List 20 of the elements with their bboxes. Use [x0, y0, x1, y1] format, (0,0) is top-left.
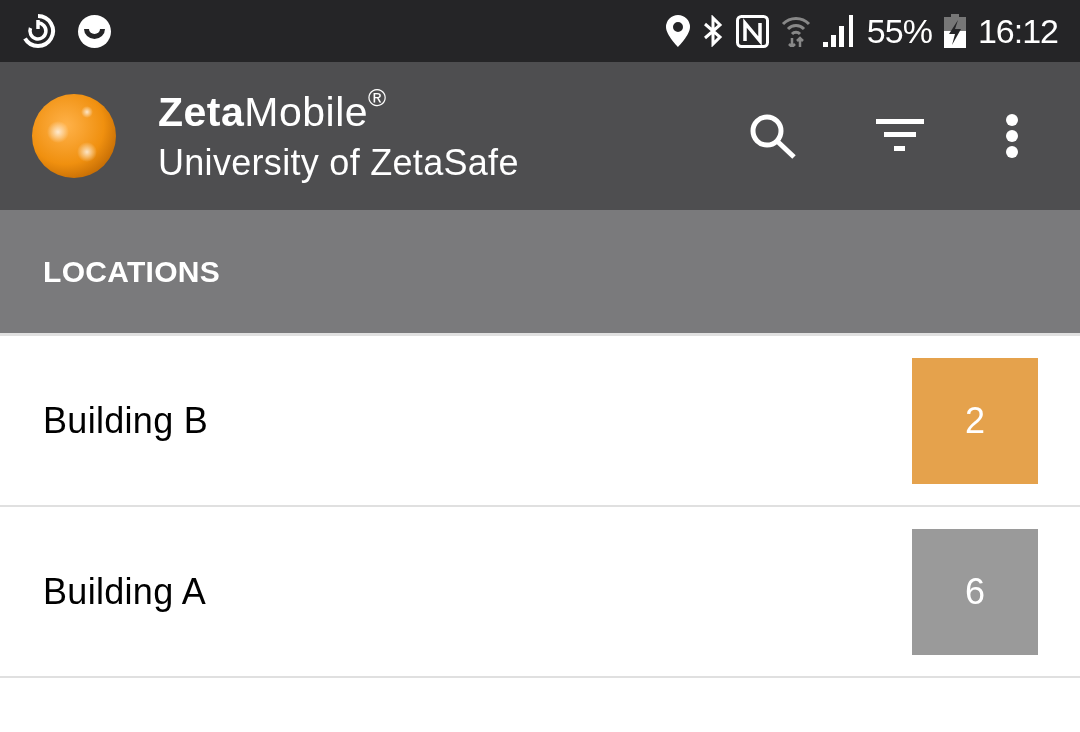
search-icon [749, 113, 797, 159]
battery-charging-icon [943, 14, 966, 48]
wifi-icon [780, 15, 811, 47]
app-subtitle: University of ZetaSafe [158, 142, 519, 183]
location-name: Building B [43, 398, 209, 443]
filter-icon [876, 119, 924, 153]
battery-percentage: 55% [866, 14, 932, 48]
clock-time: 16:12 [977, 14, 1058, 48]
signal-bars-icon [822, 15, 855, 47]
bluetooth-icon [701, 15, 724, 47]
section-title: LOCATIONS [43, 254, 221, 290]
power-ring-icon [20, 13, 56, 49]
nfc-icon [735, 14, 769, 48]
more-options-icon [1005, 114, 1019, 158]
location-name: Building A [43, 569, 207, 614]
location-count: 2 [912, 357, 1038, 484]
location-count: 6 [912, 528, 1038, 655]
smile-icon [78, 14, 111, 48]
app-title: ZetaMobile$^{®}$ [158, 89, 388, 135]
location-pin-icon [665, 15, 690, 47]
